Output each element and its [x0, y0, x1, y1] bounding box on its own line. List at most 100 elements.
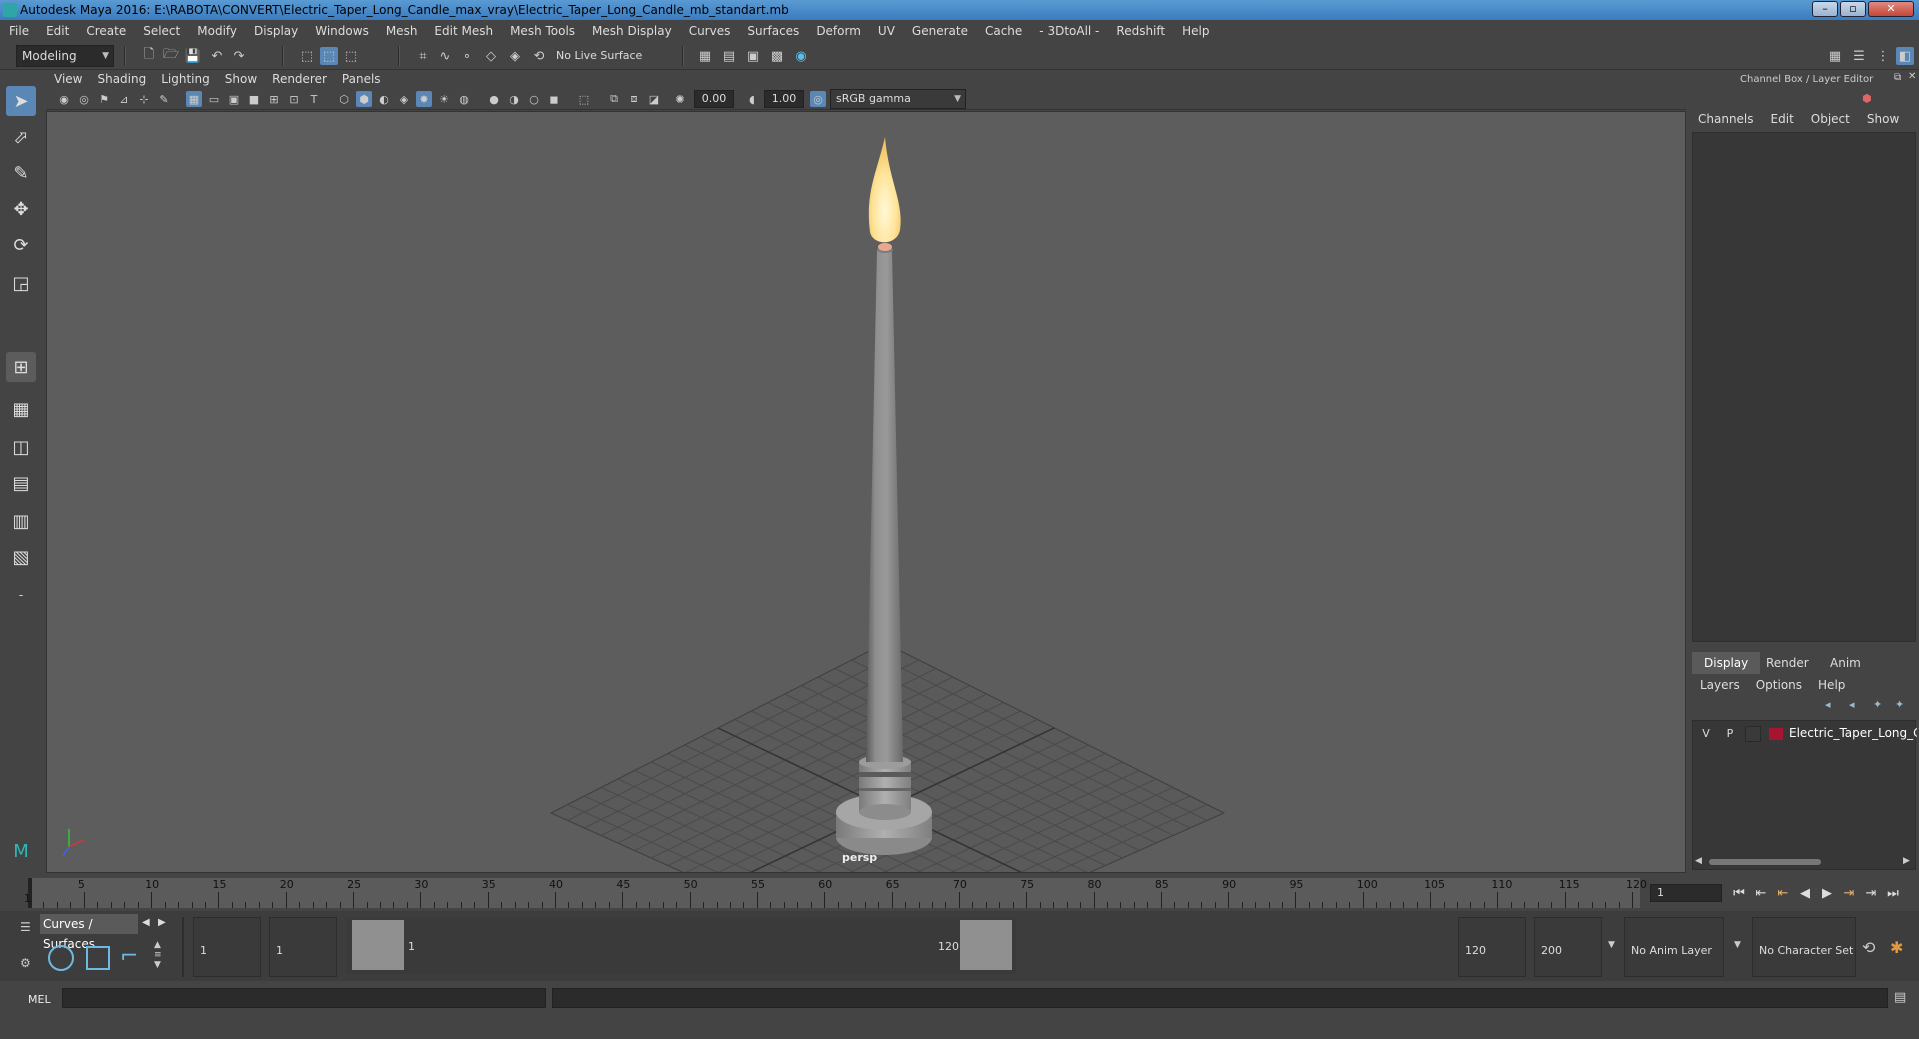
menu-mesh-display[interactable]: Mesh Display [592, 24, 672, 38]
shelf-prev-icon[interactable]: ◀ [142, 917, 150, 928]
layers-menu[interactable]: Layers [1700, 678, 1740, 692]
shelf-menu-icon[interactable]: ☰ [20, 920, 31, 934]
menu-edit[interactable]: Edit [46, 24, 69, 38]
mode-selector[interactable]: Modeling ▼ [16, 45, 114, 67]
channel-show-menu[interactable]: Show [1867, 112, 1899, 126]
menu-deform[interactable]: Deform [816, 24, 861, 38]
menu-create[interactable]: Create [86, 24, 126, 38]
gamma-field[interactable]: 1.00 [764, 90, 804, 108]
layer-color-swatch[interactable] [1769, 728, 1783, 740]
playback-end-field[interactable]: 120 [1458, 917, 1526, 977]
select-tool-icon[interactable]: ➤ [6, 86, 36, 116]
layer-list-scrollbar[interactable]: ◀ ▶ [1695, 856, 1915, 867]
redo-icon[interactable]: ↷ [230, 47, 248, 65]
resolution-gate-icon[interactable]: ▣ [226, 91, 242, 107]
range-end-handle[interactable] [960, 920, 1012, 970]
lasso-tool-icon[interactable]: ⬀ [6, 122, 36, 152]
camera-attributes-icon[interactable]: ◎ [76, 91, 92, 107]
anti-aliasing-icon[interactable]: ○ [526, 91, 542, 107]
tool-settings-icon[interactable]: ⋮ [1874, 47, 1892, 65]
viewport-menu-lighting[interactable]: Lighting [161, 72, 210, 86]
current-frame-field[interactable]: 1 [1650, 884, 1722, 902]
chevron-down-icon[interactable]: ▼ [1734, 940, 1741, 950]
wireframe-on-shaded-icon[interactable]: ◐ [376, 91, 392, 107]
viewport-menu-show[interactable]: Show [225, 72, 257, 86]
channel-box-icon[interactable]: ◧ [1896, 47, 1914, 65]
viewport-menu-renderer[interactable]: Renderer [272, 72, 327, 86]
tab-render[interactable]: Render [1754, 652, 1821, 674]
menu-uv[interactable]: UV [878, 24, 895, 38]
time-slider[interactable]: 1 5 10 15 20 25 30 35 40 45 50 55 60 65 70 75 80 85 90 95 10… [24, 878, 1647, 908]
end-frame-field[interactable]: 200 [1534, 917, 1602, 977]
shelf-next-icon[interactable]: ▶ [158, 917, 166, 928]
play-backwards-icon[interactable]: ◀ [1796, 884, 1814, 902]
grid-icon[interactable]: ▦ [186, 91, 202, 107]
command-language-toggle[interactable]: MEL [28, 993, 51, 1006]
four-view-layout-icon[interactable]: ◫ [6, 432, 36, 462]
layer-row[interactable]: V P Electric_Taper_Long_Can [1693, 725, 1917, 743]
select-object-icon[interactable]: ⬚ [320, 47, 338, 65]
float-panel-icon[interactable]: ⧉ [1894, 72, 1901, 83]
animation-preferences-icon[interactable]: ✱ [1890, 938, 1903, 957]
character-set-selector[interactable]: No Character Set [1752, 917, 1856, 977]
menu-display[interactable]: Display [254, 24, 298, 38]
snap-live-icon[interactable]: ⟲ [530, 47, 548, 65]
perspective-viewport[interactable] [46, 111, 1686, 873]
play-forwards-icon[interactable]: ▶ [1818, 884, 1836, 902]
tab-display[interactable]: Display [1692, 652, 1761, 674]
attribute-editor-icon[interactable]: ☰ [1850, 47, 1868, 65]
new-layer-icon[interactable]: ✦ [1873, 698, 1882, 711]
go-to-start-icon[interactable]: ⏮ [1730, 884, 1748, 902]
modeling-toolkit-icon[interactable]: ▦ [1826, 47, 1844, 65]
scroll-right-icon[interactable]: ▶ [1903, 856, 1910, 866]
scrollbar-thumb[interactable] [1709, 859, 1821, 865]
snap-view-icon[interactable]: ◇ [482, 47, 500, 65]
render-settings-icon[interactable]: ▦ [696, 47, 714, 65]
bookmark-icon[interactable]: ⚑ [96, 91, 112, 107]
rotate-tool-icon[interactable]: ⟳ [6, 230, 36, 260]
select-hierarchy-icon[interactable]: ⬚ [298, 47, 316, 65]
outliner-layout-icon[interactable]: ▥ [6, 506, 36, 536]
auto-key-icon[interactable]: ⟲ [1862, 938, 1875, 957]
command-input[interactable] [62, 988, 546, 1008]
ipr-render-icon[interactable]: ▩ [768, 47, 786, 65]
menu-surfaces[interactable]: Surfaces [747, 24, 799, 38]
snap-grid-icon[interactable]: ⌗ [414, 47, 432, 65]
viewport-menu-panels[interactable]: Panels [342, 72, 381, 86]
open-scene-icon[interactable]: 🗁 [162, 47, 180, 65]
go-to-end-icon[interactable]: ⏭ [1884, 884, 1902, 902]
shelf-tab-curves-surfaces[interactable]: Curves / Surfaces [40, 914, 138, 951]
menu-mesh-tools[interactable]: Mesh Tools [510, 24, 575, 38]
render-view-icon[interactable]: ▤ [720, 47, 738, 65]
move-layer-down-icon[interactable]: ◂ [1849, 698, 1855, 711]
channels-menu[interactable]: Channels [1698, 112, 1754, 126]
move-layer-up-icon[interactable]: ◂ [1825, 698, 1831, 711]
menu-windows[interactable]: Windows [315, 24, 369, 38]
close-panel-icon[interactable]: ✕ [1908, 71, 1916, 82]
paint-select-tool-icon[interactable]: ✎ [6, 158, 36, 188]
minimize-button[interactable]: – [1812, 1, 1838, 17]
new-scene-icon[interactable]: 🗋 [140, 47, 158, 65]
channel-object-menu[interactable]: Object [1811, 112, 1850, 126]
color-management-icon[interactable]: ◎ [810, 91, 826, 107]
field-chart-icon[interactable]: ⊞ [266, 91, 282, 107]
ambient-occlusion-icon[interactable]: ● [486, 91, 502, 107]
depth-of-field-icon[interactable]: ◼ [546, 91, 562, 107]
shelf-scroll-icon[interactable]: ▲ ≡ ▼ [154, 940, 162, 970]
wireframe-icon[interactable]: ⬡ [336, 91, 352, 107]
range-slider[interactable]: 1 120 [346, 918, 1016, 974]
safe-title-icon[interactable]: T [306, 91, 322, 107]
channel-edit-menu[interactable]: Edit [1771, 112, 1794, 126]
snap-curve-icon[interactable]: ∿ [436, 47, 454, 65]
select-component-icon[interactable]: ⬚ [342, 47, 360, 65]
menu-generate[interactable]: Generate [912, 24, 968, 38]
menu-cache[interactable]: Cache [985, 24, 1022, 38]
layer-visibility-toggle[interactable]: V [1697, 725, 1715, 743]
menu-edit-mesh[interactable]: Edit Mesh [434, 24, 493, 38]
film-gate-icon[interactable]: ▭ [206, 91, 222, 107]
channel-box-key-icon[interactable]: ⬢ [1862, 92, 1872, 105]
hypershade-layout-icon[interactable]: ▧ [6, 542, 36, 572]
playback-start-field[interactable]: 1 [269, 917, 337, 977]
step-forward-key-icon[interactable]: ⇥ [1862, 884, 1880, 902]
layer-name[interactable]: Electric_Taper_Long_Can [1789, 726, 1917, 740]
